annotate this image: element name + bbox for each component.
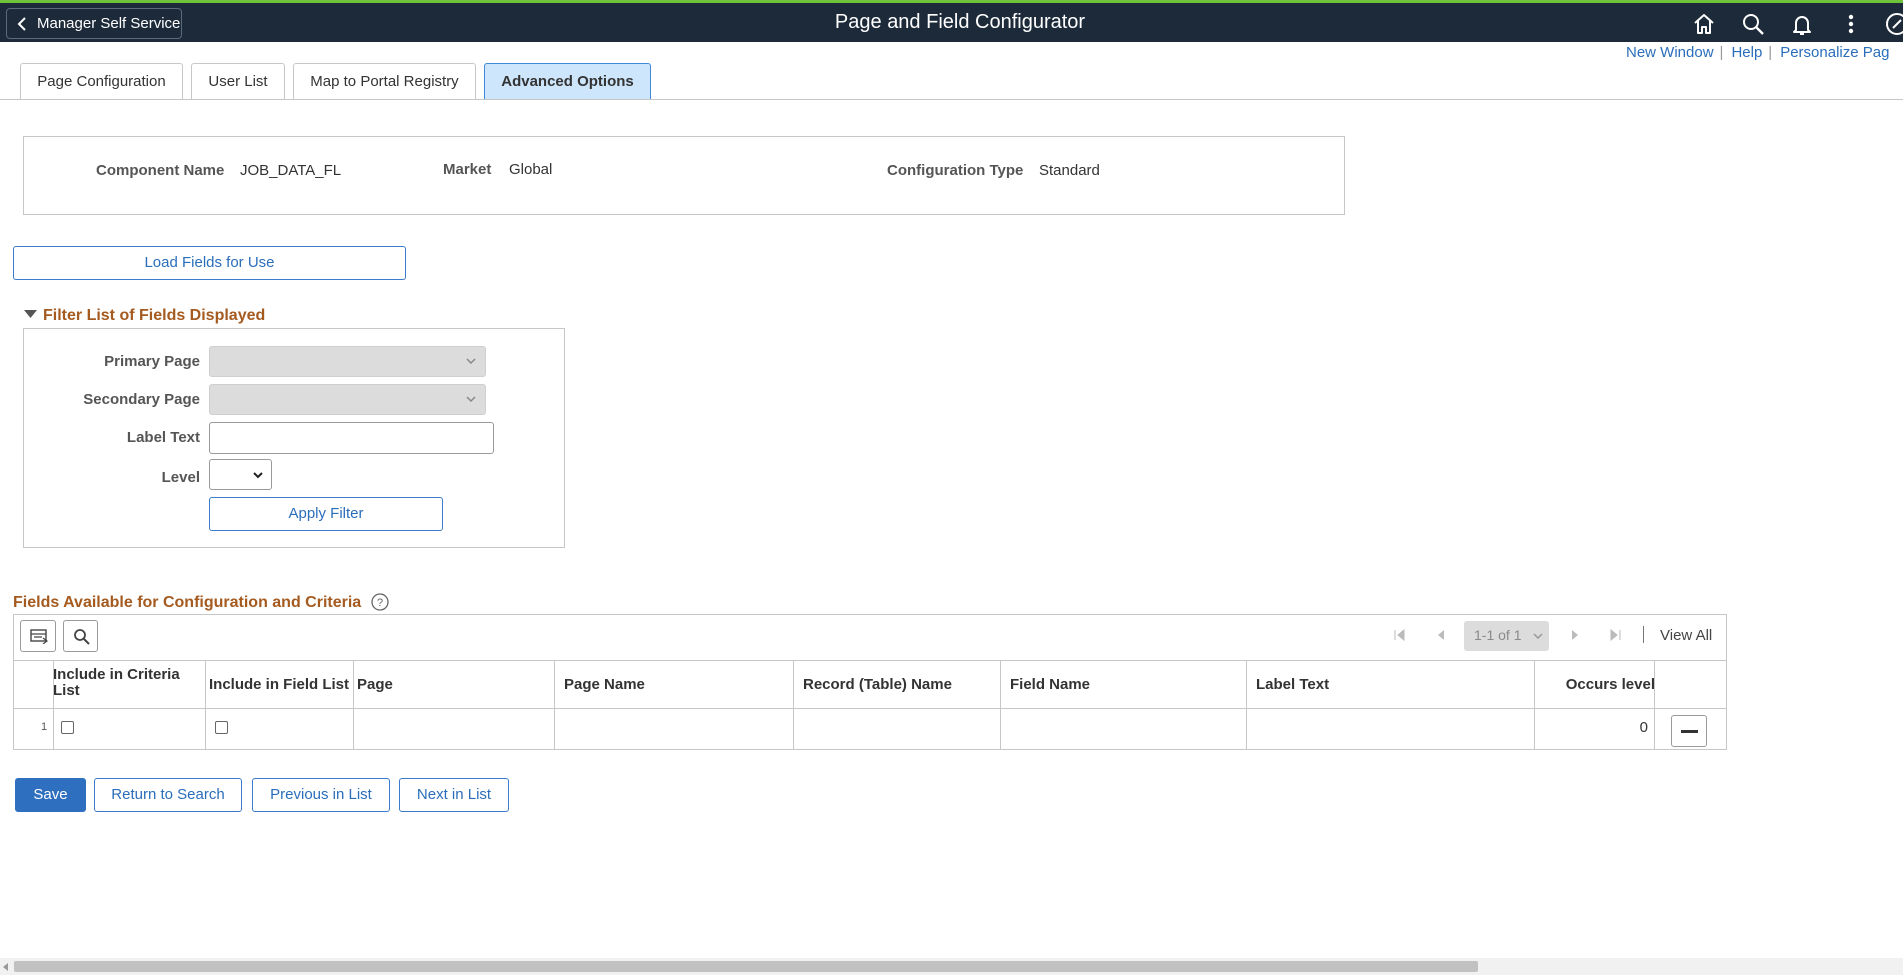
personalize-grid-button[interactable] [20, 620, 56, 652]
new-window-link[interactable]: New Window [1626, 44, 1714, 61]
secondary-page-label: Secondary Page [83, 391, 200, 408]
chevron-down-icon [1533, 633, 1543, 640]
grid-header-row: Include in Criteria List Include in Fiel… [14, 660, 1726, 709]
tab-user-list[interactable]: User List [191, 63, 285, 100]
column-header-label-text: Label Text [1256, 676, 1330, 693]
apply-filter-button[interactable]: Apply Filter [209, 497, 443, 531]
column-divider [353, 660, 354, 749]
tab-map-to-portal-registry[interactable]: Map to Portal Registry [293, 63, 476, 100]
help-icon[interactable]: ? [371, 593, 389, 611]
secondary-page-select [209, 384, 486, 415]
component-name-value: JOB_DATA_FL [240, 162, 342, 179]
column-divider [1000, 660, 1001, 749]
include-in-criteria-checkbox[interactable] [61, 721, 74, 734]
chevron-down-icon [466, 396, 476, 403]
column-divider [1654, 660, 1655, 749]
last-page-icon[interactable] [1608, 628, 1622, 642]
link-divider: | [1719, 44, 1724, 61]
column-divider [554, 660, 555, 749]
view-all-link[interactable]: View All [1660, 627, 1712, 644]
row-number: 1 [41, 721, 48, 733]
component-name-label: Component Name [96, 162, 225, 179]
filter-box: Primary Page Secondary Page Label Text L… [23, 328, 565, 548]
chevron-down-icon [253, 472, 263, 479]
notifications-icon[interactable] [1789, 11, 1815, 37]
configuration-type-value: Standard [1039, 162, 1100, 179]
search-icon[interactable] [1740, 11, 1766, 37]
label-text-input[interactable] [209, 422, 494, 454]
delete-row-button[interactable] [1671, 715, 1707, 747]
find-in-grid-button[interactable] [63, 620, 98, 652]
column-header-include-in-criteria-list: Include in Criteria List [53, 666, 180, 699]
tab-divider [0, 99, 1903, 100]
label-text-label: Label Text [126, 429, 200, 446]
personalize-page-link[interactable]: Personalize Pag [1780, 44, 1889, 61]
primary-page-label: Primary Page [104, 353, 200, 370]
market-value: Global [509, 161, 553, 178]
column-header-record-name: Record (Table) Name [803, 676, 952, 693]
previous-in-list-button[interactable]: Previous in List [252, 778, 390, 812]
scrollbar-thumb[interactable] [14, 961, 1478, 972]
column-divider [1246, 660, 1247, 749]
save-button[interactable]: Save [15, 778, 86, 812]
scroll-left-icon[interactable] [3, 963, 9, 971]
minus-icon [1681, 730, 1698, 733]
search-icon [74, 629, 90, 645]
fields-grid: 1-1 of 1 View All Include in Criteria Li… [13, 614, 1727, 750]
collapse-triangle-icon[interactable] [24, 310, 37, 319]
column-header-page-name: Page Name [564, 676, 645, 693]
horizontal-scrollbar[interactable] [0, 958, 1903, 975]
pager-divider [1643, 626, 1644, 643]
filter-section-title[interactable]: Filter List of Fields Displayed [43, 307, 265, 325]
page-title: Page and Field Configurator [834, 11, 1086, 33]
column-header-include-in-field-list: Include in Field List [209, 676, 350, 693]
level-select[interactable] [209, 459, 272, 490]
next-in-list-button[interactable]: Next in List [399, 778, 509, 812]
load-fields-button[interactable]: Load Fields for Use [13, 246, 406, 280]
top-banner: Manager Self Service Page and Field Conf… [0, 0, 1903, 42]
column-divider [793, 660, 794, 749]
component-info-box: Component Name JOB_DATA_FL Market Global… [23, 136, 1345, 215]
tab-page-configuration[interactable]: Page Configuration [20, 63, 183, 100]
primary-page-select [209, 346, 486, 377]
pager-select: 1-1 of 1 [1464, 621, 1549, 651]
chevron-down-icon [466, 358, 476, 365]
column-header-field-name: Field Name [1010, 676, 1091, 693]
help-link[interactable]: Help [1731, 44, 1762, 61]
column-header-page: Page [357, 676, 393, 693]
return-to-search-button[interactable]: Return to Search [94, 778, 242, 812]
column-divider [53, 660, 54, 749]
previous-page-icon[interactable] [1434, 628, 1448, 642]
configuration-type-label: Configuration Type [887, 162, 1024, 179]
include-in-field-list-checkbox[interactable] [215, 721, 228, 734]
tab-advanced-options[interactable]: Advanced Options [484, 63, 651, 100]
level-label: Level [161, 469, 200, 486]
svg-text:?: ? [377, 597, 383, 609]
utility-links: New Window | Help | Personalize Pag [1626, 44, 1889, 61]
cell-occurs-level: 0 [1639, 719, 1648, 736]
market-label: Market [443, 161, 492, 178]
first-page-icon[interactable] [1393, 628, 1407, 642]
next-page-icon[interactable] [1568, 628, 1582, 642]
column-divider [205, 660, 206, 749]
actions-menu-icon[interactable] [1838, 11, 1864, 37]
link-divider: | [1768, 44, 1773, 61]
pager-text: 1-1 of 1 [1474, 627, 1522, 643]
grid-settings-icon [30, 629, 48, 644]
grid-section-title: Fields Available for Configuration and C… [13, 594, 362, 611]
column-header-occurs-level: Occurs level [1565, 676, 1655, 693]
home-icon[interactable] [1691, 11, 1717, 37]
navbar-icon[interactable] [1884, 11, 1903, 37]
